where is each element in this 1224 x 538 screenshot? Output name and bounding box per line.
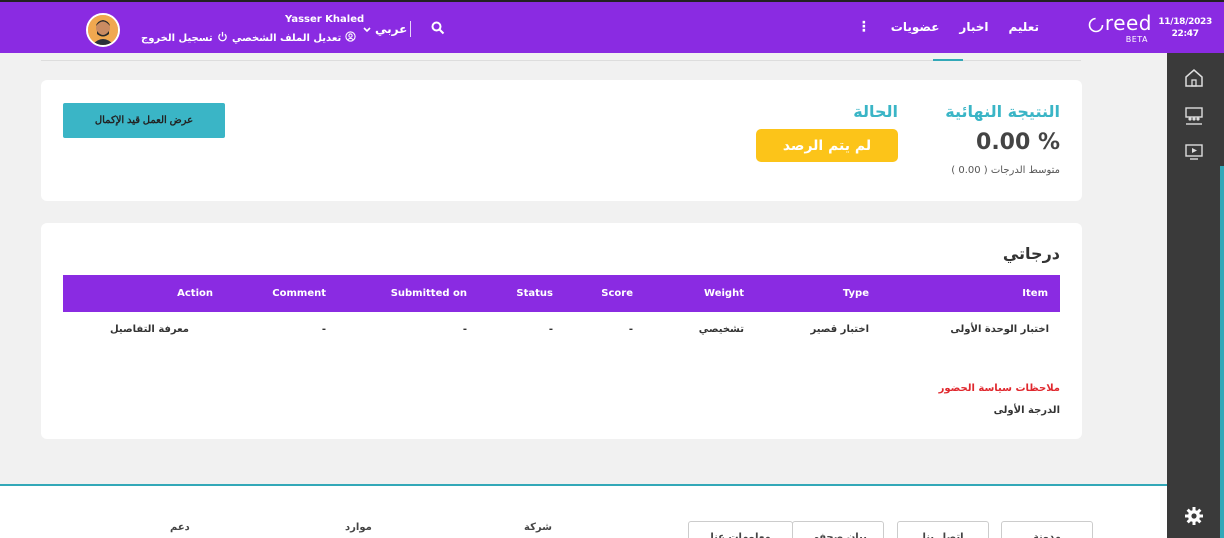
edit-profile-label: تعديل الملف الشخصي xyxy=(232,32,342,44)
cell-item: اختبار الوحدة الأولى xyxy=(950,324,1049,335)
col-comment: Comment xyxy=(272,288,326,299)
view-details-link[interactable]: معرفة التفاصيل xyxy=(110,324,189,335)
cell-comment: - xyxy=(321,324,326,335)
edit-profile-link[interactable]: تعديل الملف الشخصي xyxy=(232,31,356,45)
video-icon[interactable] xyxy=(1183,141,1205,163)
grades-average: متوسط الدرجات ( 0.00 ) xyxy=(951,165,1060,176)
final-result-value: 0.00 % xyxy=(976,130,1060,155)
attendance-remarks-value: الدرجة الأولى xyxy=(993,405,1060,416)
search-icon[interactable] xyxy=(431,21,445,35)
logo-word: reed xyxy=(1104,11,1152,35)
result-card: النتيجة النهائية 0.00 % متوسط الدرجات ( … xyxy=(41,80,1082,201)
language-select[interactable]: عربي xyxy=(363,22,407,36)
settings-icon[interactable] xyxy=(1183,505,1205,527)
nav-education[interactable]: تعليم xyxy=(1009,20,1040,34)
attendance-remarks-title: ملاحظات سياسة الحضور xyxy=(938,383,1060,394)
logout-link[interactable]: تسجيل الخروج xyxy=(141,31,228,45)
avatar-image xyxy=(88,15,118,45)
power-icon xyxy=(217,31,228,45)
header-divider xyxy=(410,21,411,37)
footer-press-button[interactable]: بيان صحفي xyxy=(792,521,884,538)
table-header: Item Type Weight Score Status Submitted … xyxy=(63,275,1060,312)
footer-contact-button[interactable]: اتصل بنا xyxy=(897,521,989,538)
top-navbar: 11/18/2023 22:47 reed BETA تعليم اخبار ع… xyxy=(0,0,1224,53)
footer-col-support[interactable]: دعم xyxy=(170,522,190,533)
right-sidebar xyxy=(1167,53,1224,538)
cell-weight: تشخيصي xyxy=(698,324,744,335)
date-text: 11/18/2023 xyxy=(1158,17,1212,27)
username: Yasser Khaled xyxy=(285,14,365,25)
datetime: 11/18/2023 22:47 xyxy=(1158,16,1212,40)
logout-label: تسجيل الخروج xyxy=(141,32,213,44)
time-text: 22:47 xyxy=(1171,29,1199,39)
footer-blog-button[interactable]: مدونة xyxy=(1001,521,1093,538)
footer-col-company[interactable]: شركة xyxy=(524,522,552,533)
user-icon xyxy=(345,31,356,45)
logo-o-icon xyxy=(1088,17,1104,33)
col-status: Status xyxy=(516,288,553,299)
vertical-dots-icon[interactable]: ⋮ xyxy=(857,20,871,34)
nav-news[interactable]: اخبار xyxy=(959,20,988,34)
grades-title: درجاتي xyxy=(1002,244,1060,263)
oreed-logo[interactable]: reed BETA xyxy=(1086,11,1160,45)
classroom-icon[interactable] xyxy=(1183,105,1205,127)
footer: معلومات عنا اتصل بنا بيان صحفي مدونة شرك… xyxy=(0,484,1167,538)
logo-beta: BETA xyxy=(1125,35,1148,44)
main-nav: تعليم اخبار عضويات ⋮ xyxy=(857,20,1039,34)
col-action: Action xyxy=(177,288,213,299)
status-badge: لم يتم الرصد xyxy=(756,129,898,162)
final-result-label: النتيجة النهائية xyxy=(945,102,1060,121)
col-item: Item xyxy=(1022,288,1048,299)
cell-submitted-on: - xyxy=(462,324,467,335)
cell-score: - xyxy=(628,324,633,335)
col-score: Score xyxy=(601,288,633,299)
col-submitted-on: Submitted on xyxy=(390,288,467,299)
grades-card: درجاتي Item Type Weight Score Status Sub… xyxy=(41,223,1082,439)
active-tab-indicator xyxy=(933,59,963,61)
footer-col-resources[interactable]: موارد xyxy=(345,522,372,533)
cell-type: اختبار قصير xyxy=(810,324,870,335)
status-label: الحالة xyxy=(853,102,898,121)
view-wip-button[interactable]: عرض العمل قيد الإكمال xyxy=(63,103,225,138)
language-label: عربي xyxy=(375,22,408,36)
footer-about-button[interactable]: معلومات عنا xyxy=(688,521,793,538)
tab-underline xyxy=(41,60,1081,61)
avatar[interactable] xyxy=(86,13,120,47)
cell-status: - xyxy=(548,324,553,335)
home-icon[interactable] xyxy=(1183,67,1205,89)
col-type: Type xyxy=(842,288,869,299)
chevron-down-icon xyxy=(363,22,371,36)
nav-memberships[interactable]: عضويات xyxy=(891,20,940,34)
sidebar-accent xyxy=(1220,166,1224,538)
col-weight: Weight xyxy=(704,288,744,299)
